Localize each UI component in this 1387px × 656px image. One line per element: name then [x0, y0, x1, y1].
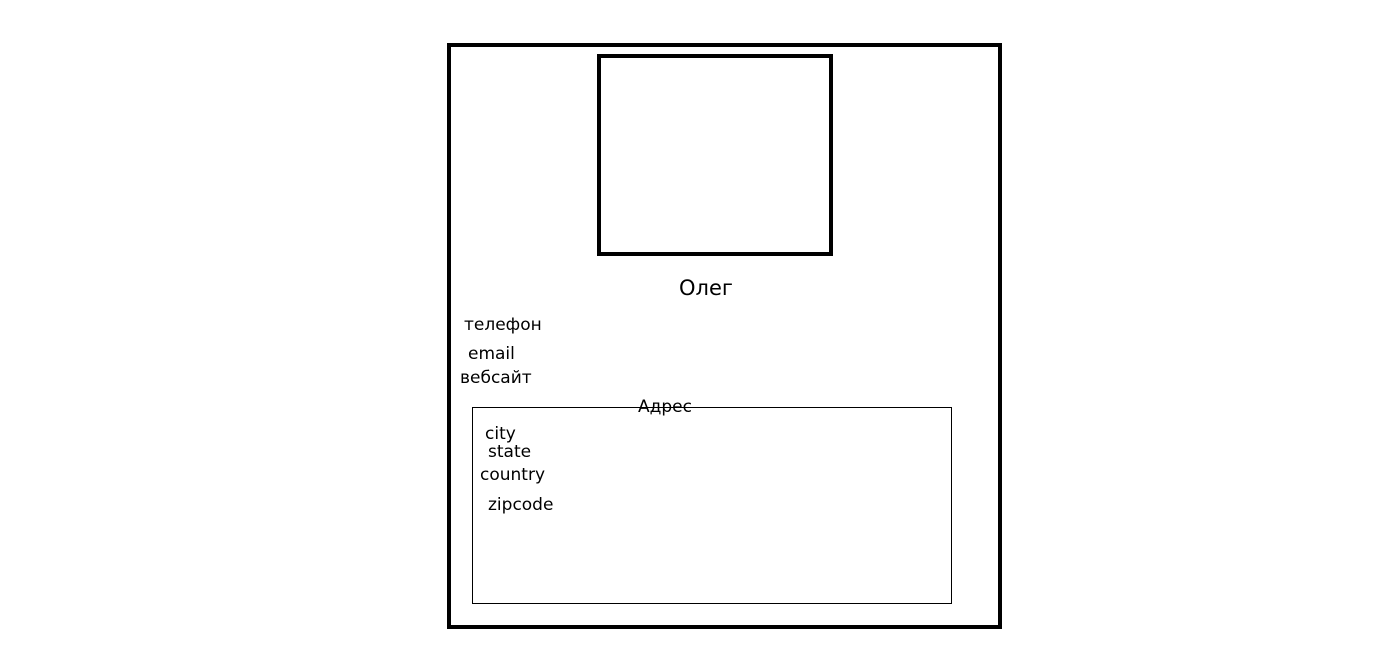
address-title: Адрес	[638, 397, 692, 417]
profile-name: Олег	[679, 276, 733, 300]
photo-placeholder	[597, 54, 833, 256]
website-label: вебсайт	[460, 368, 532, 388]
address-zipcode: zipcode	[488, 495, 554, 515]
phone-label: телефон	[464, 315, 542, 335]
address-state: state	[488, 442, 532, 462]
address-country: country	[480, 465, 546, 485]
email-label: email	[468, 344, 515, 364]
diagram-canvas: Олег телефон email вебсайт Адрес city st…	[0, 0, 1387, 656]
